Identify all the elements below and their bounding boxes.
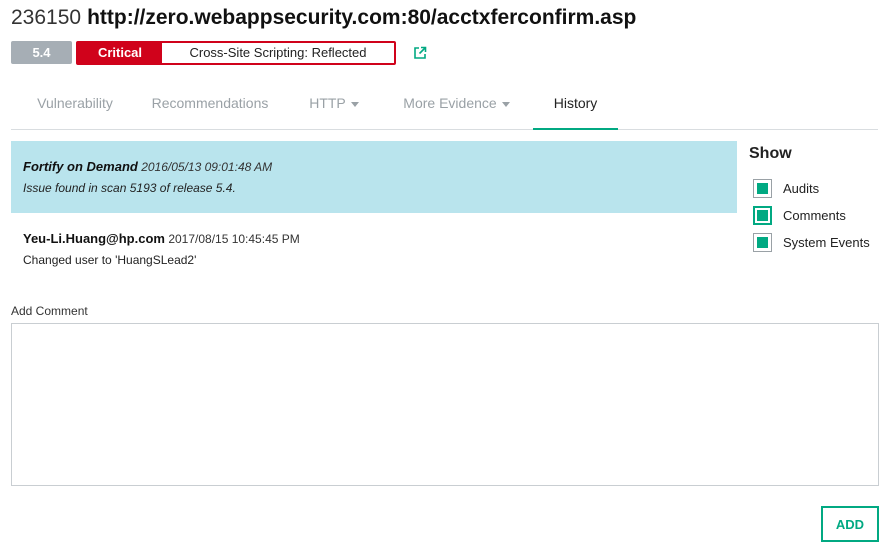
category-badge: Cross-Site Scripting: Reflected <box>162 42 394 63</box>
badge-row: 5.4 Critical Cross-Site Scripting: Refle… <box>11 40 428 65</box>
chevron-down-icon <box>350 101 359 107</box>
tab-label: More Evidence <box>403 95 497 111</box>
checkbox-checked-mark <box>757 237 768 248</box>
history-entry-header: Fortify on Demand 2016/05/13 09:01:48 AM <box>23 159 737 174</box>
history-timestamp: 2017/08/15 10:45:45 PM <box>168 232 300 246</box>
tab-label: HTTP <box>309 95 346 111</box>
severity-badge: Critical <box>78 42 162 63</box>
external-link-icon[interactable] <box>412 45 428 61</box>
checkbox-icon[interactable] <box>753 206 772 225</box>
checkbox-icon[interactable] <box>753 233 772 252</box>
tab-label: Vulnerability <box>37 95 113 111</box>
add-comment-button[interactable]: ADD <box>821 506 879 542</box>
tab-more-evidence[interactable]: More Evidence <box>398 80 515 130</box>
filter-label: System Events <box>783 235 870 250</box>
filter-system-events-checkbox[interactable]: System Events <box>749 229 881 256</box>
show-filter-panel: Show Audits Comments System Events <box>749 145 881 256</box>
filter-comments-checkbox[interactable]: Comments <box>749 202 881 229</box>
issue-url: http://zero.webappsecurity.com:80/acctxf… <box>87 6 637 29</box>
severity-badge-group: Critical Cross-Site Scripting: Reflected <box>76 40 396 65</box>
history-timestamp: 2016/05/13 09:01:48 AM <box>141 160 273 174</box>
history-entry: Fortify on Demand 2016/05/13 09:01:48 AM… <box>11 141 737 213</box>
history-author: Fortify on Demand <box>23 159 138 174</box>
checkbox-icon[interactable] <box>753 179 772 198</box>
tab-recommendations[interactable]: Recommendations <box>148 80 272 130</box>
filter-audits-checkbox[interactable]: Audits <box>749 175 881 202</box>
checkbox-checked-mark <box>757 210 768 221</box>
score-badge: 5.4 <box>11 41 72 64</box>
history-message: Issue found in scan 5193 of release 5.4. <box>23 181 236 195</box>
show-filter-title: Show <box>749 145 792 162</box>
filter-label: Audits <box>783 181 820 196</box>
chevron-down-icon <box>501 101 510 107</box>
history-author: Yeu-Li.Huang@hp.com <box>23 231 165 246</box>
tab-label: Recommendations <box>151 95 269 111</box>
comment-textarea[interactable] <box>11 323 879 486</box>
issue-id: 236150 <box>11 6 82 29</box>
tab-bar: Vulnerability Recommendations HTTP More … <box>11 80 878 130</box>
history-entry: Yeu-Li.Huang@hp.com 2017/08/15 10:45:45 … <box>11 227 737 287</box>
tab-label: History <box>553 95 598 111</box>
tab-vulnerability[interactable]: Vulnerability <box>32 80 118 130</box>
tab-history[interactable]: History <box>533 80 618 130</box>
filter-label: Comments <box>783 208 846 223</box>
checkbox-checked-mark <box>757 183 768 194</box>
history-entry-header: Yeu-Li.Huang@hp.com 2017/08/15 10:45:45 … <box>23 231 737 246</box>
page-title: 236150 http://zero.webappsecurity.com:80/… <box>11 6 636 30</box>
history-message: Changed user to 'HuangSLead2' <box>23 253 197 267</box>
add-comment-label: Add Comment <box>11 304 88 318</box>
tab-http[interactable]: HTTP <box>303 80 365 130</box>
